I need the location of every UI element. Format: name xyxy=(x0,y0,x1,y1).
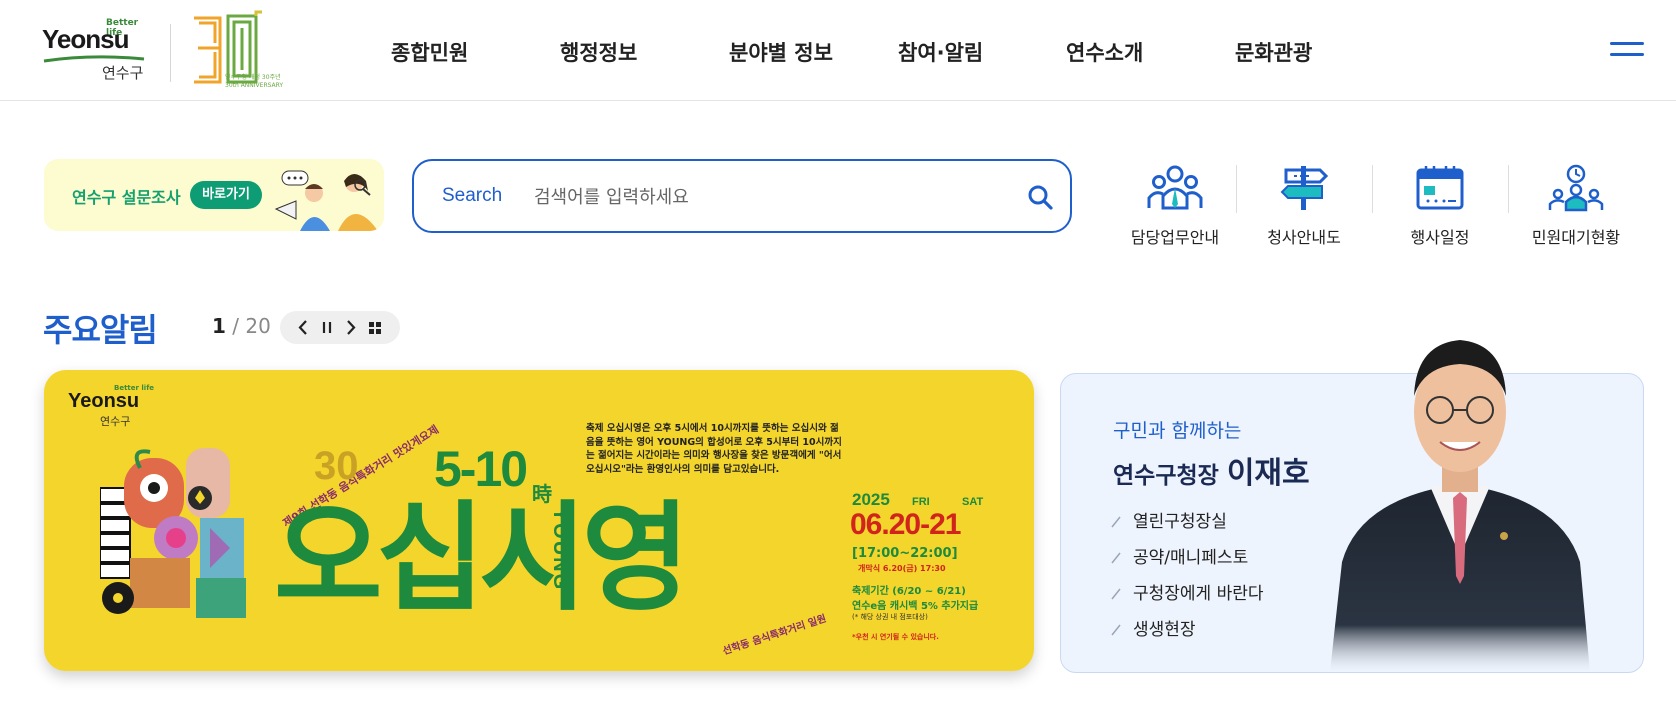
yeonsu-logo[interactable]: Better life Yeonsu 연수구 xyxy=(42,18,152,82)
banner-description: 축제 오십시영은 오후 5시에서 10시까지를 뜻하는 오십시와 젊음을 뜻하는… xyxy=(586,423,842,475)
site-header: Better life Yeonsu 연수구 연수구청 개청 30주년 30th… xyxy=(0,0,1676,101)
slide-controls xyxy=(280,311,400,344)
banner-logo-korean: 연수구 xyxy=(100,415,131,428)
grid-view-icon[interactable] xyxy=(362,311,388,344)
banner-year: 2025 xyxy=(852,490,890,509)
chevron-right-icon[interactable] xyxy=(338,311,364,344)
mayor-link-suggestions[interactable]: 구청장에게 바란다 xyxy=(1109,582,1264,618)
banner-rain-notice: *우천 시 연기될 수 있습니다. xyxy=(852,633,939,641)
logo-divider xyxy=(170,24,171,82)
banner-period: 축제기간 (6/20 ~ 6/21) xyxy=(852,586,966,597)
notice-section-title: 주요알림 xyxy=(43,311,158,349)
quick-link-building-map[interactable]: 청사안내도 xyxy=(1236,160,1372,256)
banner-opening: 개막식 6.20(금) 17:30 xyxy=(858,564,946,573)
nav-item-about-yeonsu[interactable]: 연수소개 xyxy=(1066,37,1143,67)
slash-icon xyxy=(1111,624,1121,636)
nav-item-admin-info[interactable]: 행정정보 xyxy=(560,37,637,67)
quick-link-staff-duty[interactable]: 담당업무안내 xyxy=(1107,160,1243,256)
signpost-icon xyxy=(1280,166,1329,210)
banner-logo: Yeonsu xyxy=(68,390,140,412)
survey-people-megaphone-icon xyxy=(274,170,378,231)
mayor-title: 연수구청장 이재호 xyxy=(1113,456,1310,491)
festival-abstract-art-icon xyxy=(100,448,246,618)
chevron-left-icon[interactable] xyxy=(290,311,316,344)
pause-icon[interactable] xyxy=(314,311,340,344)
slide-counter: 1 / 20 xyxy=(212,314,271,338)
festival-banner[interactable]: Better life Yeonsu 연수구 제9회 선학동 음식특화거리 맛있… xyxy=(44,370,1034,671)
logo-korean: 연수구 xyxy=(102,64,144,82)
quick-link-event-schedule[interactable]: 행사일정 xyxy=(1372,160,1508,256)
banner-main-title: 오십시영 xyxy=(274,489,690,627)
calendar-icon xyxy=(1416,166,1464,210)
search-label: Search xyxy=(442,185,503,206)
nav-item-field-info[interactable]: 분야별 정보 xyxy=(729,37,833,67)
quick-link-waiting-status[interactable]: 민원대기현황 xyxy=(1508,160,1644,256)
banner-note: (* 해당 상권 내 점포대상) xyxy=(852,613,928,621)
mayor-link-open-office[interactable]: 열린구청장실 xyxy=(1109,510,1264,546)
staff-group-icon xyxy=(1147,165,1203,210)
mayor-link-live-scene[interactable]: 생생현장 xyxy=(1109,618,1264,654)
quick-link-label: 담당업무안내 xyxy=(1130,228,1220,247)
mayor-subtitle: 구민과 함께하는 xyxy=(1113,420,1242,442)
slash-icon xyxy=(1111,552,1121,564)
banner-day-fri: FRI xyxy=(912,496,930,508)
nav-item-participation[interactable]: 참여·알림 xyxy=(898,37,983,67)
banner-30-emblem: 30 xyxy=(314,444,359,488)
mayor-link-manifesto[interactable]: 공약/매니페스토 xyxy=(1109,546,1264,582)
magnifier-icon[interactable] xyxy=(1026,183,1054,211)
logo-brand: Yeonsu xyxy=(42,24,129,54)
banner-dates: 06.20-21 xyxy=(850,508,961,541)
banner-time: [17:00~22:00] xyxy=(852,546,958,561)
waiting-clock-icon xyxy=(1548,164,1604,212)
mayor-portrait-icon xyxy=(1330,340,1590,672)
survey-banner[interactable]: 연수구 설문조사 바로가기 xyxy=(44,159,384,231)
search-box: Search xyxy=(412,159,1072,233)
quick-link-label: 청사안내도 xyxy=(1267,228,1341,247)
hamburger-icon[interactable] xyxy=(1610,40,1644,60)
banner-location: 선학동 음식특화거리 일원 xyxy=(721,613,828,658)
slash-icon xyxy=(1111,588,1121,600)
nav-item-culture-tourism[interactable]: 문화관광 xyxy=(1235,37,1312,67)
search-input[interactable] xyxy=(534,179,1004,215)
quick-link-label: 민원대기현황 xyxy=(1531,228,1621,247)
survey-text: 연수구 설문조사 xyxy=(72,188,181,207)
quick-link-label: 행사일정 xyxy=(1410,228,1470,247)
banner-day-sat: SAT xyxy=(962,496,984,508)
anniversary-caption: 연수구청 개청 30주년 30th ANNIVERSARY xyxy=(225,74,284,89)
slash-icon xyxy=(1111,516,1121,528)
nav-item-civil-service[interactable]: 종합민원 xyxy=(391,37,468,67)
banner-cashback: 연수e음 캐시백 5% 추가지급 xyxy=(852,601,979,612)
mayor-links: 열린구청장실 공약/매니페스토 구청장에게 바란다 생생현장 xyxy=(1109,510,1264,654)
survey-go-button[interactable]: 바로가기 xyxy=(190,181,262,209)
